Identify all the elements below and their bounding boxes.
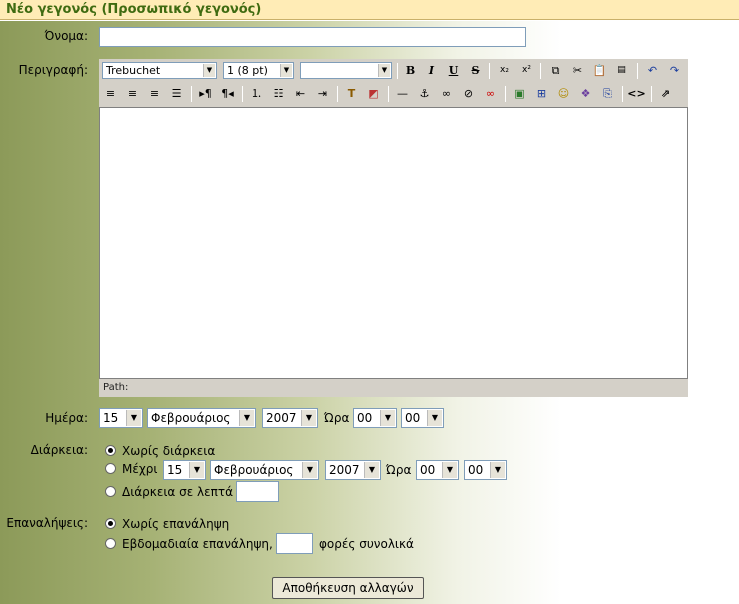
align-left-icon[interactable]: ≡ [101,84,120,103]
hour-select[interactable]: 00 ▼ [353,408,397,428]
until-day-select[interactable]: 15 ▼ [163,460,206,480]
image-icon[interactable]: ▣ [510,84,529,103]
duration-label: Διάρκεια: [30,443,88,457]
align-center-icon[interactable]: ≡ [123,84,142,103]
duration-none-radio[interactable] [105,445,116,456]
duration-minutes-radio[interactable] [105,486,116,497]
rtl-icon[interactable]: ¶◂ [218,84,237,103]
until-hour-select[interactable]: 00 ▼ [416,460,459,480]
name-input[interactable] [99,27,526,47]
year-select[interactable]: 2007 ▼ [262,408,318,428]
repeat-weekly-radio[interactable] [105,538,116,549]
italic-button[interactable]: I [422,61,441,80]
duration-until-label: Μέχρι [122,462,158,476]
duration-minutes-input[interactable] [236,481,279,502]
special-char-icon[interactable]: ❖ [576,84,595,103]
redo-icon[interactable]: ↷ [665,61,684,80]
bg-color-icon[interactable]: ◩ [364,84,383,103]
style-select[interactable]: ▼ [300,62,392,79]
html-source-icon[interactable]: <> [627,84,646,103]
justify-icon[interactable]: ☰ [167,84,186,103]
minute-select[interactable]: 00 ▼ [401,408,444,428]
undo-icon[interactable]: ↶ [643,61,662,80]
copy-icon[interactable]: ⧉ [546,61,565,80]
align-right-icon[interactable]: ≡ [145,84,164,103]
superscript-button[interactable]: x² [517,61,536,80]
fullscreen-icon[interactable]: ⇗ [656,84,675,103]
description-label: Περιγραφή: [18,63,88,77]
description-editor[interactable] [99,107,688,379]
paste-word-icon[interactable]: ▤ [612,61,631,80]
subscript-button[interactable]: x₂ [495,61,514,80]
day-select[interactable]: 15 ▼ [99,408,143,428]
unordered-list-icon[interactable]: ☷ [269,84,288,103]
day-label: Ημέρα: [45,411,88,425]
repeat-none-radio[interactable] [105,518,116,529]
size-select[interactable]: 1 (8 pt) ▼ [223,62,294,79]
font-select[interactable]: Trebuchet ▼ [102,62,217,79]
text-color-icon[interactable]: T [342,84,361,103]
nolink-icon[interactable]: ∞ [481,84,500,103]
anchor-icon[interactable]: ⚓ [415,84,434,103]
name-label: Όνομα: [44,29,88,43]
duration-until-radio[interactable] [105,463,116,474]
bold-button[interactable]: B [401,61,420,80]
repeat-times-label: φορές συνολικά [319,537,414,551]
horizontal-rule-icon[interactable]: — [393,84,412,103]
smiley-icon[interactable]: ☺ [554,84,573,103]
duration-minutes-label: Διάρκεια σε λεπτά [122,485,233,499]
repeat-none-label: Χωρίς επανάληψη [122,517,230,531]
month-select[interactable]: Φεβρουάριος ▼ [147,408,256,428]
repeat-label: Επαναλήψεις: [6,516,88,530]
link-icon[interactable]: ∞ [437,84,456,103]
indent-icon[interactable]: ⇥ [313,84,332,103]
repeat-count-input[interactable] [276,533,313,554]
until-minute-select[interactable]: 00 ▼ [464,460,507,480]
editor-toolbar: Trebuchet ▼ 1 (8 pt) ▼ ▼ B I U S x₂ x² ⧉ ✂… [99,59,688,107]
hour-label: Ώρα [324,411,350,425]
table-icon[interactable]: ⊞ [532,84,551,103]
until-month-select[interactable]: Φεβρουάριος ▼ [210,460,319,480]
editor-path-bar: Path: [99,379,688,397]
strikethrough-button[interactable]: S [466,61,485,80]
form-title: Νέο γεγονός (Προσωπικό γεγονός) [0,0,739,20]
cut-icon[interactable]: ✂ [568,61,587,80]
search-replace-icon[interactable]: ⎘ [598,84,617,103]
until-hour-label: Ώρα [386,463,412,477]
outdent-icon[interactable]: ⇤ [291,84,310,103]
paste-icon[interactable]: 📋 [590,61,609,80]
underline-button[interactable]: U [444,61,463,80]
unlink-icon[interactable]: ⊘ [459,84,478,103]
repeat-weekly-label: Εβδομαδιαία επανάληψη, [122,537,273,551]
save-button[interactable]: Αποθήκευση αλλαγών [272,577,424,599]
ordered-list-icon[interactable]: ⒈ [247,84,266,103]
ltr-icon[interactable]: ▸¶ [196,84,215,103]
until-year-select[interactable]: 2007 ▼ [325,460,381,480]
duration-none-label: Χωρίς διάρκεια [122,444,216,458]
